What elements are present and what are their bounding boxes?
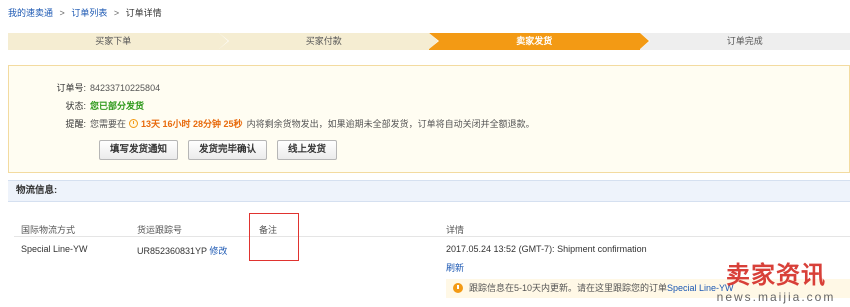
- watermark-logo: 卖家资讯: [726, 262, 826, 289]
- reminder-prefix: 您需要在: [90, 119, 127, 129]
- order-status-value: 您已部分发货: [90, 101, 145, 111]
- remark-highlight-box: [249, 213, 299, 261]
- table-divider: [14, 236, 850, 237]
- shipping-countdown: 13天 16小时 28分钟 25秒: [141, 119, 243, 129]
- tracking-tip-text: 跟踪信息在5-10天内更新。请在这里跟踪您的订单: [469, 283, 668, 293]
- order-id-row: 订单号: 84233710225804: [9, 81, 160, 94]
- col-header-logistics-method: 国际物流方式: [21, 225, 76, 235]
- info-icon: [453, 283, 463, 293]
- col-header-tracking-number: 货运跟踪号: [137, 225, 183, 235]
- order-reminder-label: 提醒:: [65, 119, 86, 129]
- watermark-domain: news.maijia.com: [716, 290, 836, 304]
- online-shipping-button[interactable]: 线上发货: [277, 140, 338, 160]
- order-progress-steps: 买家下单 买家付款 卖家发货 订单完成: [8, 33, 850, 50]
- breadcrumb-home-link[interactable]: 我的速卖通: [8, 8, 53, 18]
- step-label: 买家付款: [305, 36, 342, 46]
- order-reminder-row: 提醒: 您需要在 13天 16小时 28分钟 25秒 内将剩余货物发出，如果逾期未全部…: [9, 117, 535, 130]
- step-order-complete: 订单完成: [639, 33, 850, 50]
- site-watermark: 卖家资讯 news.maijia.com: [706, 262, 846, 307]
- step-buyer-order: 买家下单: [8, 33, 229, 50]
- confirm-shipping-complete-button[interactable]: 发货完毕确认: [188, 140, 268, 160]
- breadcrumb: 我的速卖通 > 订单列表 > 订单详情: [8, 6, 162, 19]
- modify-tracking-link[interactable]: 修改: [209, 246, 227, 256]
- refresh-tracking-link[interactable]: 刷新: [446, 261, 464, 274]
- fill-shipping-notice-button[interactable]: 填写发货通知: [99, 140, 179, 160]
- order-id-value: 84233710225804: [90, 83, 161, 93]
- step-label: 卖家发货: [516, 36, 553, 46]
- order-summary-panel: 订单号: 84233710225804 状态: 您已部分发货 提醒: 您需要在 13天 …: [8, 65, 850, 173]
- tracking-number-value: UR852360831YP: [137, 246, 207, 256]
- breadcrumb-order-list-link[interactable]: 订单列表: [71, 8, 107, 18]
- order-id-label: 订单号:: [56, 83, 86, 93]
- logistics-section-title: 物流信息:: [8, 180, 850, 202]
- col-header-details: 详情: [446, 225, 465, 235]
- breadcrumb-current: 订单详情: [125, 8, 162, 18]
- breadcrumb-separator: >: [59, 8, 65, 18]
- order-action-buttons: 填写发货通知 发货完毕确认 线上发货: [99, 140, 338, 160]
- order-status-label: 状态:: [65, 101, 86, 111]
- logistics-method-value: Special Line-YW: [21, 244, 88, 254]
- reminder-suffix: 内将剩余货物发出，如果逾期未全部发货，订单将自动关闭并全额退款。: [246, 119, 535, 129]
- order-status-row: 状态: 您已部分发货: [9, 99, 144, 112]
- step-label: 买家下单: [95, 36, 132, 46]
- tracking-number-cell: UR852360831YP 修改: [137, 244, 227, 257]
- step-label: 订单完成: [726, 36, 763, 46]
- tracking-detail-time: 2017.05.24 13:52 (GMT-7): Shipment confi…: [446, 244, 647, 254]
- step-seller-ship: 卖家发货: [429, 33, 650, 50]
- breadcrumb-separator: >: [113, 8, 120, 18]
- clock-icon: [129, 119, 139, 128]
- step-buyer-pay: 买家付款: [218, 33, 439, 50]
